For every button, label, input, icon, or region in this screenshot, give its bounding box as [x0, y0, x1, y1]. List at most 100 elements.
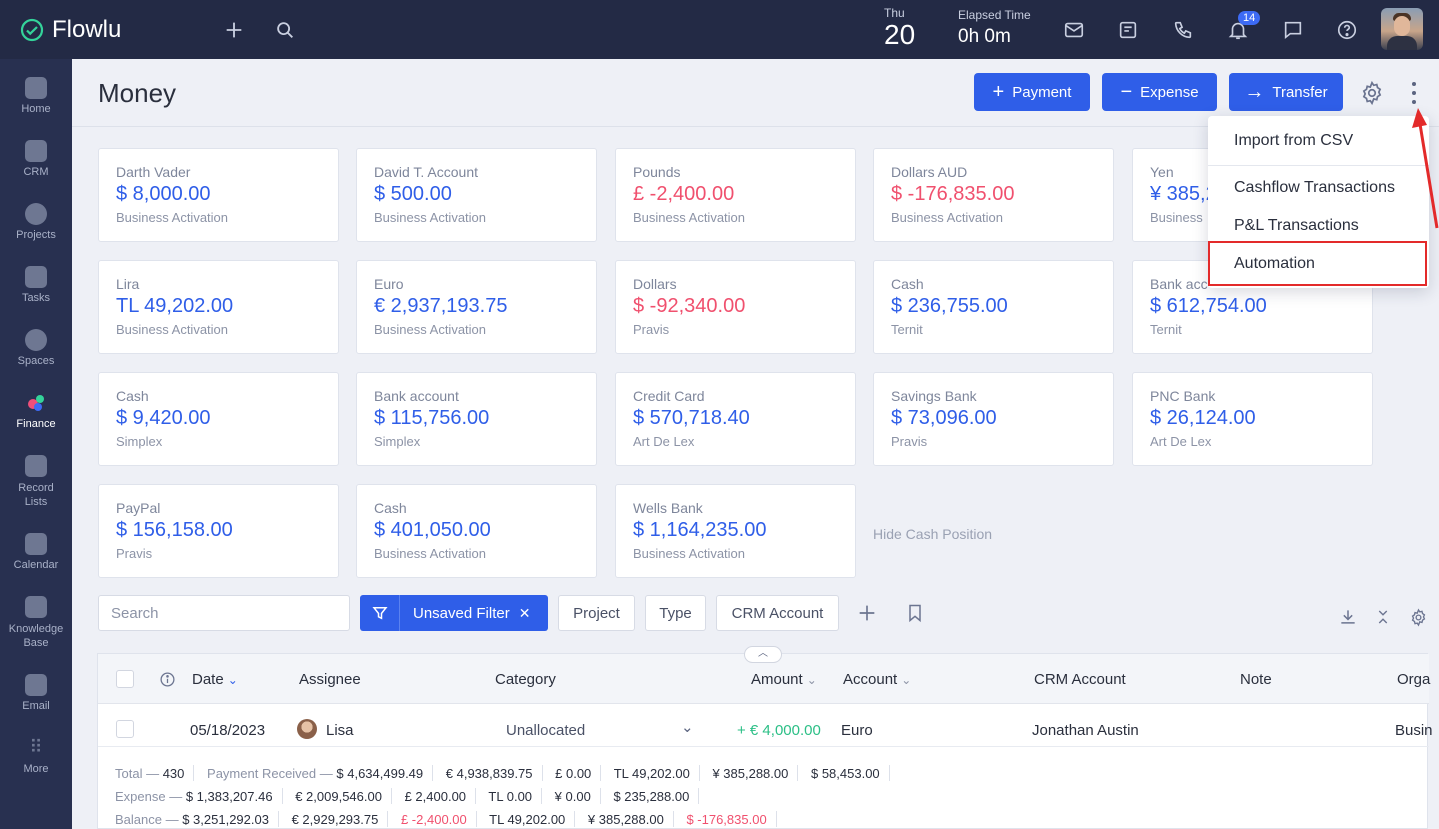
account-card[interactable]: Lira TL 49,202.00 Business Activation — [98, 260, 339, 354]
account-card[interactable]: PNC Bank $ 26,124.00 Art De Lex — [1132, 372, 1373, 466]
row-checkbox[interactable] — [116, 720, 134, 738]
expense-button[interactable]: − Expense — [1102, 73, 1217, 111]
chevron-down-icon[interactable]: ⌄ — [681, 718, 694, 736]
account-amount: $ 500.00 — [374, 183, 452, 205]
account-card[interactable]: David T. Account $ 500.00 Business Activ… — [356, 148, 597, 242]
top-bar: Flowlu Thu 20 Elapsed Time 0h 0m 14 — [0, 0, 1439, 59]
filter-chip-crm-account[interactable]: CRM Account — [716, 595, 839, 631]
search-input[interactable]: Search — [98, 595, 350, 631]
account-amount: $ 9,420.00 — [116, 407, 211, 429]
select-all-checkbox[interactable] — [116, 670, 134, 688]
bookmark-icon[interactable] — [904, 601, 926, 625]
collapse-icon[interactable] — [1373, 606, 1393, 628]
account-name: Darth Vader — [116, 164, 191, 180]
user-avatar[interactable] — [1381, 8, 1423, 50]
account-card[interactable]: Wells Bank $ 1,164,235.00 Business Activ… — [615, 484, 856, 578]
column-header-account[interactable]: Account ⌄ — [843, 671, 911, 688]
menu-item-pl-transactions[interactable]: P&L Transactions — [1234, 217, 1359, 235]
account-card[interactable]: Cash $ 9,420.00 Simplex — [98, 372, 339, 466]
account-card[interactable]: PayPal $ 156,158.00 Pravis — [98, 484, 339, 578]
info-icon[interactable] — [158, 670, 176, 688]
search-icon[interactable] — [273, 18, 297, 42]
account-card[interactable]: Darth Vader $ 8,000.00 Business Activati… — [98, 148, 339, 242]
column-label: Amount — [751, 671, 803, 688]
expense-value: ¥ 0.00 — [554, 789, 591, 804]
column-header-date[interactable]: Date ⌄ — [192, 671, 238, 688]
column-header-crm-account[interactable]: CRM Account — [1034, 671, 1126, 688]
sidebar-item-calendar[interactable]: Calendar — [0, 533, 72, 571]
sidebar-item-email[interactable]: Email — [0, 674, 72, 712]
account-card[interactable]: Credit Card $ 570,718.40 Art De Lex — [615, 372, 856, 466]
account-name: Credit Card — [633, 388, 705, 404]
hide-cash-position-link[interactable]: Hide Cash Position — [873, 526, 992, 542]
account-card[interactable]: Bank account $ 115,756.00 Simplex — [356, 372, 597, 466]
more-options-icon[interactable] — [1406, 80, 1422, 106]
sidebar-item-label: More — [23, 763, 49, 775]
phone-icon[interactable] — [1171, 18, 1195, 42]
transfer-button[interactable]: → Transfer — [1229, 73, 1343, 111]
menu-item-cashflow-transactions[interactable]: Cashflow Transactions — [1234, 179, 1395, 197]
column-header-amount[interactable]: Amount ⌄ — [751, 671, 817, 688]
table-settings-icon[interactable] — [1407, 606, 1429, 628]
unsaved-filter-button[interactable]: Unsaved Filter ✕ — [360, 595, 548, 631]
cell-crm-account[interactable]: Jonathan Austin — [1032, 722, 1139, 739]
sidebar-item-record-lists[interactable]: Record Lists — [0, 455, 72, 509]
app-logo[interactable]: Flowlu — [20, 16, 121, 44]
annotation-arrow — [1412, 108, 1439, 229]
sidebar-item-knowledge-base[interactable]: Knowledge Base — [0, 596, 72, 650]
sidebar-item-tasks[interactable]: Tasks — [0, 266, 72, 304]
sidebar-item-label: Knowledge Base — [8, 623, 64, 649]
sidebar-item-more[interactable]: ⠿ More — [0, 737, 72, 775]
crm-icon — [25, 140, 47, 162]
sidebar-item-crm[interactable]: CRM — [0, 140, 72, 178]
add-icon[interactable] — [222, 18, 246, 42]
cell-category[interactable]: Unallocated — [506, 722, 585, 739]
column-header-organization[interactable]: Orga — [1397, 671, 1430, 688]
download-icon[interactable] — [1337, 606, 1359, 628]
clear-filter-icon[interactable]: ✕ — [519, 605, 531, 622]
knowledge-base-icon — [25, 596, 47, 618]
spaces-icon — [25, 329, 47, 351]
filter-chip-project[interactable]: Project — [558, 595, 635, 631]
grid-dots-icon: ⠿ — [29, 737, 43, 757]
menu-item-import-csv[interactable]: Import from CSV — [1234, 132, 1353, 150]
sidebar-item-finance[interactable]: Finance — [0, 392, 72, 430]
sidebar-item-projects[interactable]: Projects — [0, 203, 72, 241]
account-card[interactable]: Cash $ 236,755.00 Ternit — [873, 260, 1114, 354]
mail-icon[interactable] — [1062, 18, 1086, 42]
account-card[interactable]: Savings Bank $ 73,096.00 Pravis — [873, 372, 1114, 466]
account-organization: Business Activation — [633, 210, 746, 225]
elapsed-time-widget[interactable]: Elapsed Time 0h 0m — [958, 8, 1031, 48]
help-icon[interactable] — [1335, 18, 1359, 42]
column-header-assignee[interactable]: Assignee — [299, 671, 361, 688]
account-card[interactable]: Cash $ 401,050.00 Business Activation — [356, 484, 597, 578]
elapsed-label: Elapsed Time — [958, 8, 1031, 22]
payment-value: TL 49,202.00 — [613, 766, 690, 781]
table-row[interactable]: 05/18/2023 Lisa Unallocated ⌄ + € 4,000.… — [98, 705, 1433, 747]
account-organization: Simplex — [374, 434, 421, 449]
filter-chip-type[interactable]: Type — [645, 595, 706, 631]
payment-button[interactable]: + Payment — [974, 73, 1090, 111]
account-card[interactable]: Dollars $ -92,340.00 Pravis — [615, 260, 856, 354]
chat-icon[interactable] — [1281, 18, 1305, 42]
column-header-category[interactable]: Category — [495, 671, 556, 688]
account-card[interactable]: Dollars AUD $ -176,835.00 Business Activ… — [873, 148, 1114, 242]
settings-gear-icon[interactable] — [1359, 80, 1385, 106]
account-amount: € 2,937,193.75 — [374, 295, 508, 317]
column-header-note[interactable]: Note — [1240, 671, 1272, 688]
calendar-icon — [25, 533, 47, 555]
account-amount: $ -92,340.00 — [633, 295, 746, 317]
column-label: Date — [192, 671, 224, 688]
add-filter-icon[interactable] — [855, 601, 879, 625]
account-card[interactable]: Pounds £ -2,400.00 Business Activation — [615, 148, 856, 242]
cell-assignee[interactable]: Lisa — [297, 719, 354, 739]
account-card[interactable]: Euro € 2,937,193.75 Business Activation — [356, 260, 597, 354]
collapse-cards-toggle[interactable]: ︿ — [744, 646, 782, 663]
notes-icon[interactable] — [1116, 18, 1140, 42]
balance-value: TL 49,202.00 — [489, 812, 566, 827]
assignee-name: Lisa — [326, 722, 354, 739]
date-widget[interactable]: Thu 20 — [884, 6, 915, 50]
sidebar-item-home[interactable]: Home — [0, 77, 72, 115]
transactions-table: Date ⌄ Assignee Category Amount ⌄ Account ⌄… — [97, 646, 1433, 829]
sidebar-item-spaces[interactable]: Spaces — [0, 329, 72, 367]
